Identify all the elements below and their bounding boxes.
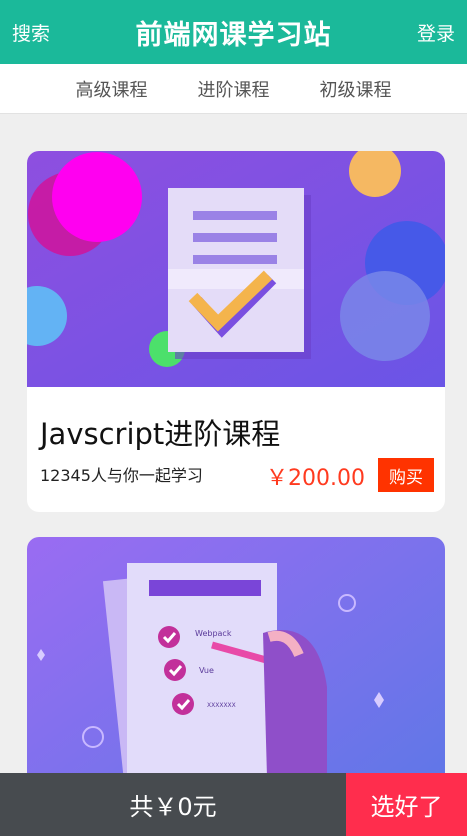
cart-footer: 共￥0元 选好了 <box>0 773 467 836</box>
course-card[interactable]: Javscript进阶课程 12345人与你一起学习 ￥200.00 购买 <box>27 151 445 512</box>
course-tabs: 高级课程 进阶课程 初级课程 <box>0 64 467 114</box>
course-title: Javscript进阶课程 <box>40 417 281 451</box>
banner-text-placeholder: XXXXXXX <box>207 702 236 709</box>
checklist-form-pen-illustration-icon: Webpack Vue XXXXXXX <box>27 537 445 773</box>
document-checklist-illustration-icon <box>27 151 445 387</box>
learner-count: 12345人与你一起学习 <box>40 466 203 485</box>
search-button[interactable]: 搜索 <box>12 19 50 46</box>
course-card[interactable]: Webpack Vue XXXXXXX <box>27 537 445 773</box>
login-button[interactable]: 登录 <box>417 19 455 46</box>
confirm-selection-button[interactable]: 选好了 <box>346 773 467 836</box>
tab-intermediate[interactable]: 进阶课程 <box>198 76 270 102</box>
tab-advanced[interactable]: 高级课程 <box>76 76 148 102</box>
course-banner-image: Webpack Vue XXXXXXX <box>27 537 445 773</box>
site-title: 前端网课学习站 <box>135 19 332 51</box>
course-list[interactable]: Javscript进阶课程 12345人与你一起学习 ￥200.00 购买 We… <box>0 115 467 773</box>
course-banner-image <box>27 151 445 387</box>
top-header: 搜索 前端网课学习站 登录 <box>0 0 467 64</box>
buy-button[interactable]: 购买 <box>378 458 434 492</box>
course-info: Javscript进阶课程 12345人与你一起学习 ￥200.00 购买 <box>27 387 445 512</box>
course-price: ￥200.00 <box>266 466 365 491</box>
banner-text-webpack: Webpack <box>195 629 232 638</box>
banner-text-vue: Vue <box>199 666 214 675</box>
cart-total: 共￥0元 <box>0 773 346 836</box>
tab-beginner[interactable]: 初级课程 <box>320 76 392 102</box>
